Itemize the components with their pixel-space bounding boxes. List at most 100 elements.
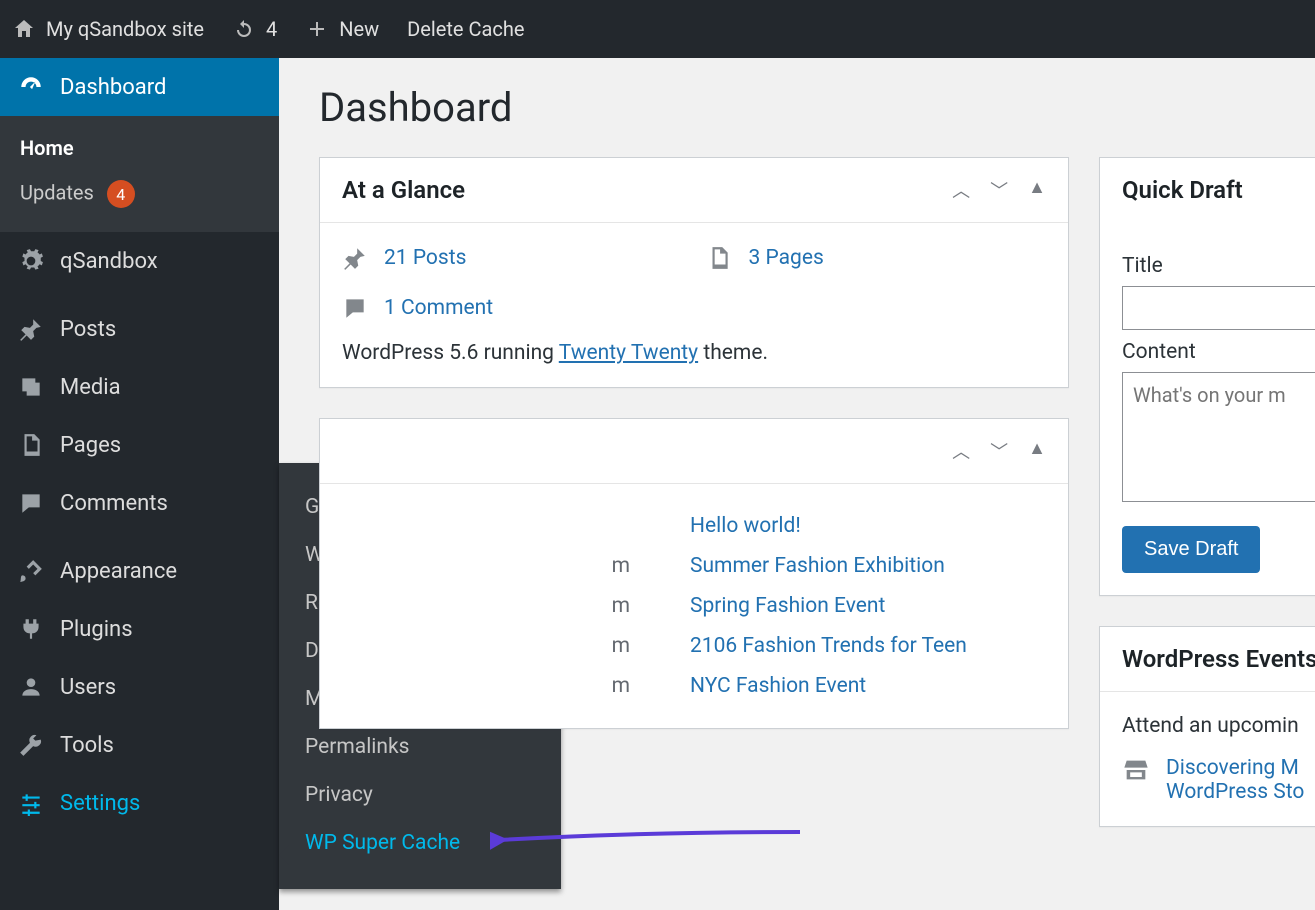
toggle-icon[interactable]: ▲	[1028, 177, 1046, 203]
menu-qsandbox-label: qSandbox	[60, 249, 158, 274]
comment-icon	[18, 490, 44, 516]
glance-comments[interactable]: 1 Comment	[342, 295, 1046, 321]
menu-media[interactable]: Media	[0, 358, 279, 416]
event-line2: WordPress Sto	[1166, 780, 1304, 804]
toggle-icon[interactable]: ▲	[1028, 438, 1046, 464]
events-heading: WordPress Events	[1122, 645, 1315, 673]
adminbar-new[interactable]: New	[305, 17, 379, 41]
activity-row: m Summer Fashion Exhibition	[490, 546, 1046, 586]
dashboard-submenu: Home Updates 4	[0, 116, 279, 232]
plug-icon	[18, 616, 44, 642]
activity-header[interactable]: Activity ︿ ﹀ ▲	[320, 419, 1068, 484]
move-down-icon[interactable]: ﹀	[990, 177, 1008, 203]
admin-bar: My qSandbox site 4 New Delete Cache	[0, 0, 1315, 58]
adminbar-new-label: New	[339, 17, 379, 41]
move-up-icon[interactable]: ︿	[952, 438, 970, 464]
event-line1: Discovering M	[1166, 756, 1304, 780]
plus-icon	[305, 17, 329, 41]
running-prefix: WordPress 5.6 running	[342, 341, 559, 365]
events-header[interactable]: WordPress Events	[1100, 627, 1315, 692]
menu-settings[interactable]: Settings	[0, 774, 279, 832]
menu-tools-label: Tools	[60, 733, 114, 758]
submenu-home[interactable]: Home	[0, 126, 279, 170]
pages-icon	[706, 245, 732, 271]
save-draft-button[interactable]: Save Draft	[1122, 526, 1260, 573]
comment-icon	[342, 295, 368, 321]
box-controls: ︿ ﹀ ▲	[952, 177, 1046, 203]
media-icon	[18, 374, 44, 400]
activity-link[interactable]: NYC Fashion Event	[690, 674, 866, 698]
menu-dashboard-label: Dashboard	[60, 75, 166, 100]
activity-time: m	[490, 634, 630, 658]
activity-link[interactable]: 2106 Fashion Trends for Teen	[690, 634, 967, 658]
at-a-glance-box: At a Glance ︿ ﹀ ▲ 21 Posts	[319, 157, 1069, 388]
adminbar-updates[interactable]: 4	[232, 17, 277, 41]
activity-row: m Spring Fashion Event	[490, 586, 1046, 626]
adminbar-site-link[interactable]: My qSandbox site	[12, 17, 204, 41]
move-down-icon[interactable]: ﹀	[990, 438, 1008, 464]
adminbar-site-name: My qSandbox site	[46, 17, 204, 41]
menu-plugins-label: Plugins	[60, 617, 133, 642]
move-up-icon[interactable]: ︿	[952, 177, 970, 203]
events-box: WordPress Events Attend an upcomin Disco…	[1099, 626, 1315, 827]
submenu-updates[interactable]: Updates 4	[0, 170, 279, 218]
menu-users-label: Users	[60, 675, 116, 700]
menu-comments[interactable]: Comments	[0, 474, 279, 532]
activity-link[interactable]: Summer Fashion Exhibition	[690, 554, 945, 578]
at-a-glance-heading: At a Glance	[342, 176, 465, 204]
content-label: Content	[1122, 340, 1315, 364]
quick-draft-heading: Quick Draft	[1122, 176, 1243, 204]
activity-link[interactable]: Spring Fashion Event	[690, 594, 885, 618]
user-icon	[18, 674, 44, 700]
activity-link[interactable]: Hello world!	[690, 514, 801, 538]
quick-draft-box: Quick Draft Title Content Save Draft	[1099, 157, 1315, 596]
menu-pages[interactable]: Pages	[0, 416, 279, 474]
page-title: Dashboard	[319, 84, 1315, 131]
activity-time: m	[490, 674, 630, 698]
box-controls: ︿ ﹀ ▲	[952, 438, 1046, 464]
adminbar-updates-count: 4	[266, 17, 277, 41]
menu-tools[interactable]: Tools	[0, 716, 279, 774]
wrench-icon	[18, 732, 44, 758]
sliders-icon	[18, 790, 44, 816]
title-label: Title	[1122, 254, 1315, 278]
theme-link[interactable]: Twenty Twenty	[559, 341, 698, 365]
title-input[interactable]	[1122, 286, 1315, 330]
menu-plugins[interactable]: Plugins	[0, 600, 279, 658]
pin-icon	[342, 245, 368, 271]
home-icon	[12, 17, 36, 41]
running-suffix: theme.	[698, 341, 768, 365]
activity-time	[490, 514, 630, 538]
activity-box: Activity ︿ ﹀ ▲ Hello world! m Summer Fas…	[319, 418, 1069, 729]
pin-icon	[18, 316, 44, 342]
glance-pages-text: 3 Pages	[748, 246, 823, 270]
adminbar-delete-cache[interactable]: Delete Cache	[407, 17, 524, 41]
menu-appearance[interactable]: Appearance	[0, 542, 279, 600]
menu-pages-label: Pages	[60, 433, 121, 458]
events-attend-text: Attend an upcomin	[1122, 714, 1315, 738]
wp-version-line: WordPress 5.6 running Twenty Twenty them…	[342, 341, 1046, 365]
glance-posts[interactable]: 21 Posts	[342, 245, 466, 271]
glance-pages[interactable]: 3 Pages	[706, 245, 823, 271]
updates-badge: 4	[107, 180, 135, 208]
refresh-icon	[232, 17, 256, 41]
store-icon	[1122, 756, 1150, 784]
menu-appearance-label: Appearance	[60, 559, 177, 584]
activity-time: m	[490, 594, 630, 618]
menu-posts[interactable]: Posts	[0, 300, 279, 358]
content-textarea[interactable]	[1122, 372, 1315, 502]
submenu-updates-label: Updates	[20, 181, 94, 205]
gear-icon	[18, 248, 44, 274]
glance-posts-text: 21 Posts	[384, 246, 466, 270]
at-a-glance-header[interactable]: At a Glance ︿ ﹀ ▲	[320, 158, 1068, 223]
menu-users[interactable]: Users	[0, 658, 279, 716]
quick-draft-header[interactable]: Quick Draft	[1100, 158, 1315, 222]
activity-time: m	[490, 554, 630, 578]
menu-dashboard[interactable]: Dashboard	[0, 58, 279, 116]
menu-posts-label: Posts	[60, 317, 116, 342]
menu-qsandbox[interactable]: qSandbox	[0, 232, 279, 290]
event-item[interactable]: Discovering M WordPress Sto	[1122, 756, 1315, 804]
activity-row: m 2106 Fashion Trends for Teen	[490, 626, 1046, 666]
glance-comments-text: 1 Comment	[384, 296, 493, 320]
pages-icon	[18, 432, 44, 458]
